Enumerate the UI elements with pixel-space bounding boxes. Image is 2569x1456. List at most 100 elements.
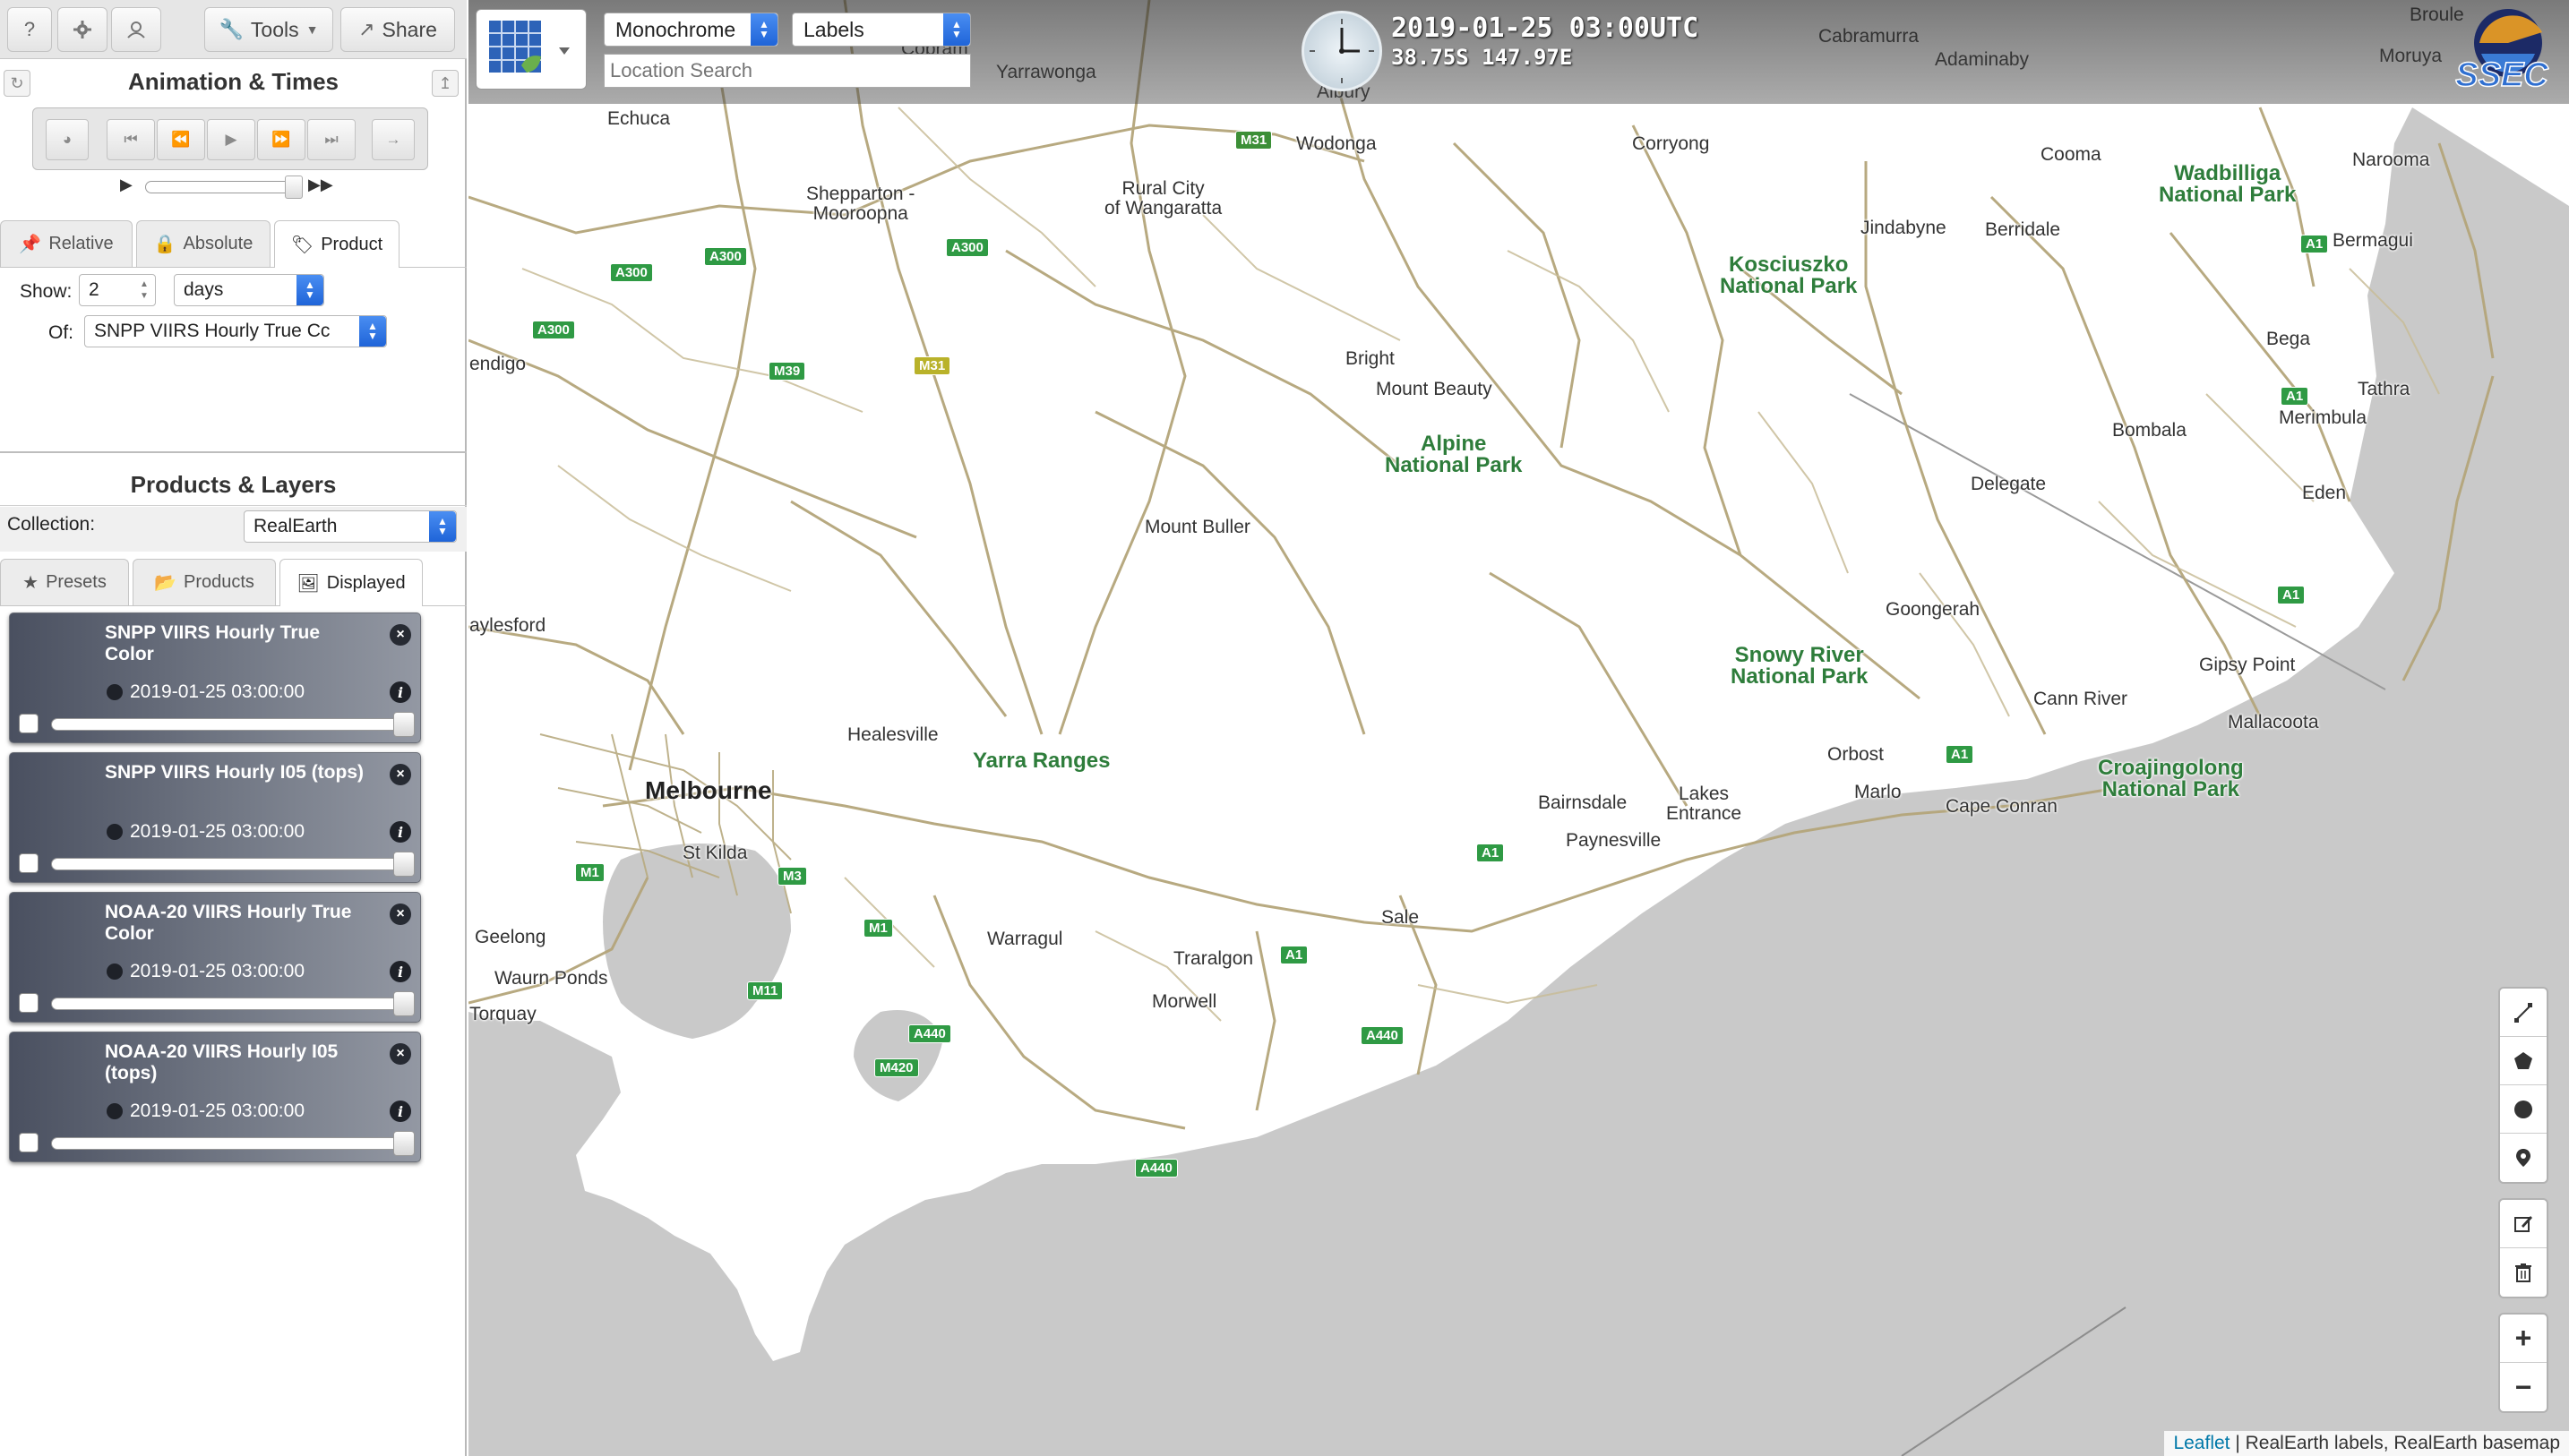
polyline-icon (2514, 1002, 2532, 1023)
opacity-slider-knob[interactable] (393, 1131, 415, 1156)
share-button[interactable]: ↗ Share (340, 7, 455, 52)
of-product-value: SNPP VIIRS Hourly True Cc (94, 321, 331, 341)
close-icon[interactable]: × (390, 904, 411, 925)
speed-play-icon: ▶ (120, 176, 133, 193)
layer-card[interactable]: NOAA-20 VIIRS Hourly I05 (tops) × 2019-0… (9, 1032, 421, 1162)
layer-card[interactable]: SNPP VIIRS Hourly True Color × 2019-01-2… (9, 612, 421, 743)
tools-button[interactable]: 🔧 Tools ▼ (204, 7, 333, 52)
zoom-control: + − (2498, 1313, 2548, 1413)
attribution-text: | RealEarth labels, RealEarth basemap (2230, 1433, 2560, 1453)
star-icon: ★ (22, 573, 39, 593)
of-product-select[interactable]: SNPP VIIRS Hourly True Cc ▲ ▼ (84, 315, 387, 347)
layer-checkbox[interactable] (19, 714, 39, 733)
layers-button[interactable] (476, 9, 587, 90)
first-frame-button[interactable]: ⏮ (107, 119, 155, 160)
opacity-slider[interactable] (51, 858, 406, 870)
place-label: Lakes Entrance (1666, 784, 1742, 824)
close-icon[interactable]: × (390, 1043, 411, 1065)
collapse-icon[interactable]: ↥ (432, 70, 459, 97)
map-attribution: Leaflet | RealEarth labels, RealEarth ba… (2164, 1431, 2569, 1456)
info-icon[interactable]: i (390, 821, 411, 843)
step-forward-button[interactable]: ⏩ (257, 119, 305, 160)
opacity-slider[interactable] (51, 718, 406, 731)
tab-product[interactable]: 🏷 Product (274, 220, 400, 268)
settings-button[interactable] (57, 7, 107, 52)
info-icon[interactable]: i (390, 1101, 411, 1122)
share-label: Share (382, 17, 437, 41)
opacity-slider-knob[interactable] (393, 712, 415, 737)
step-back-button[interactable]: ⏪ (157, 119, 205, 160)
layer-time: 2019-01-25 03:00:00 (107, 1101, 305, 1122)
info-icon[interactable]: i (390, 961, 411, 982)
tab-absolute-label: Absolute (183, 234, 253, 253)
layer-checkbox[interactable] (19, 993, 39, 1013)
place-label: Delegate (1971, 474, 2047, 494)
layer-card[interactable]: NOAA-20 VIIRS Hourly True Color × 2019-0… (9, 892, 421, 1023)
help-button[interactable]: ? (7, 7, 52, 52)
share-icon: ↗ (358, 18, 375, 40)
route-shield: A300 (610, 263, 653, 282)
location-search-input[interactable] (604, 54, 971, 88)
layer-title: NOAA-20 VIIRS Hourly I05 (tops) (105, 1041, 339, 1083)
draw-circle-button[interactable] (2500, 1085, 2547, 1134)
zoom-out-button[interactable]: − (2500, 1363, 2547, 1411)
route-shield: M39 (769, 362, 806, 381)
map[interactable]: CabramurraAdaminabyMoruyaBrouleAlburyWod… (468, 0, 2569, 1456)
place-label: Bega (2266, 329, 2311, 349)
show-count-input[interactable]: 2 ▲ ▼ (79, 274, 156, 306)
lock-icon: 🔒 (153, 235, 176, 254)
edit-layers-button[interactable] (2500, 1200, 2547, 1248)
clock-button[interactable]: ◕ (46, 119, 89, 160)
layer-checkbox[interactable] (19, 853, 39, 873)
place-label: Warragul (987, 929, 1063, 949)
draw-marker-button[interactable] (2500, 1134, 2547, 1182)
draw-line-button[interactable] (2500, 989, 2547, 1037)
tab-presets[interactable]: ★ Presets (0, 559, 129, 605)
route-shield: M1 (863, 919, 893, 938)
opacity-slider-knob[interactable] (393, 852, 415, 877)
delete-layers-button[interactable] (2500, 1248, 2547, 1297)
speed-slider-knob[interactable] (285, 176, 303, 199)
show-label: Show: (20, 281, 73, 302)
park-label: Wadbilliga National Park (2159, 161, 2297, 207)
show-unit-select[interactable]: days ▲ ▼ (174, 274, 324, 306)
place-label: Cann River (2033, 689, 2128, 709)
speed-slider[interactable] (145, 181, 303, 193)
close-icon[interactable]: × (390, 764, 411, 785)
play-button[interactable]: ▶ (207, 119, 255, 160)
place-label: Morwell (1152, 991, 1217, 1012)
place-label: Geelong (475, 927, 546, 947)
last-frame-button[interactable]: ⏭ (307, 119, 356, 160)
opacity-slider[interactable] (51, 998, 406, 1010)
animation-title: Animation & Times (127, 68, 339, 95)
opacity-slider-knob[interactable] (393, 991, 415, 1016)
collection-select[interactable]: RealEarth ▲ ▼ (244, 510, 457, 543)
place-label: Berridale (1985, 219, 2061, 240)
place-label: Tathra (2358, 379, 2410, 399)
leaflet-link[interactable]: Leaflet (2173, 1433, 2230, 1453)
stepper-icon[interactable]: ▲ ▼ (137, 278, 151, 304)
basemap-select[interactable]: Monochrome ▲ ▼ (604, 13, 778, 47)
info-icon[interactable]: i (390, 681, 411, 703)
tab-displayed-label: Displayed (326, 572, 406, 593)
labels-select[interactable]: Labels ▲ ▼ (792, 13, 971, 47)
tab-absolute[interactable]: 🔒 Absolute (136, 220, 271, 267)
place-label: endigo (469, 354, 527, 374)
place-label: Mount Buller (1145, 517, 1250, 537)
help-label: ? (23, 18, 36, 40)
tab-displayed[interactable]: 🖼 Displayed (279, 559, 423, 606)
next-button[interactable]: → (372, 119, 415, 160)
place-label: St Kilda (683, 843, 748, 863)
close-icon[interactable]: × (390, 624, 411, 646)
draw-polygon-button[interactable] (2500, 1037, 2547, 1085)
layer-card[interactable]: SNPP VIIRS Hourly I05 (tops) × 2019-01-2… (9, 752, 421, 883)
opacity-slider[interactable] (51, 1137, 406, 1150)
tab-relative[interactable]: 📌 Relative (0, 220, 133, 267)
user-button[interactable] (111, 7, 161, 52)
layer-checkbox[interactable] (19, 1133, 39, 1152)
route-shield: A1 (2277, 586, 2306, 604)
zoom-in-button[interactable]: + (2500, 1315, 2547, 1363)
grid-map-icon (489, 21, 570, 73)
tab-products[interactable]: 📂 Products (133, 559, 276, 605)
place-label: Traralgon (1173, 948, 1254, 969)
